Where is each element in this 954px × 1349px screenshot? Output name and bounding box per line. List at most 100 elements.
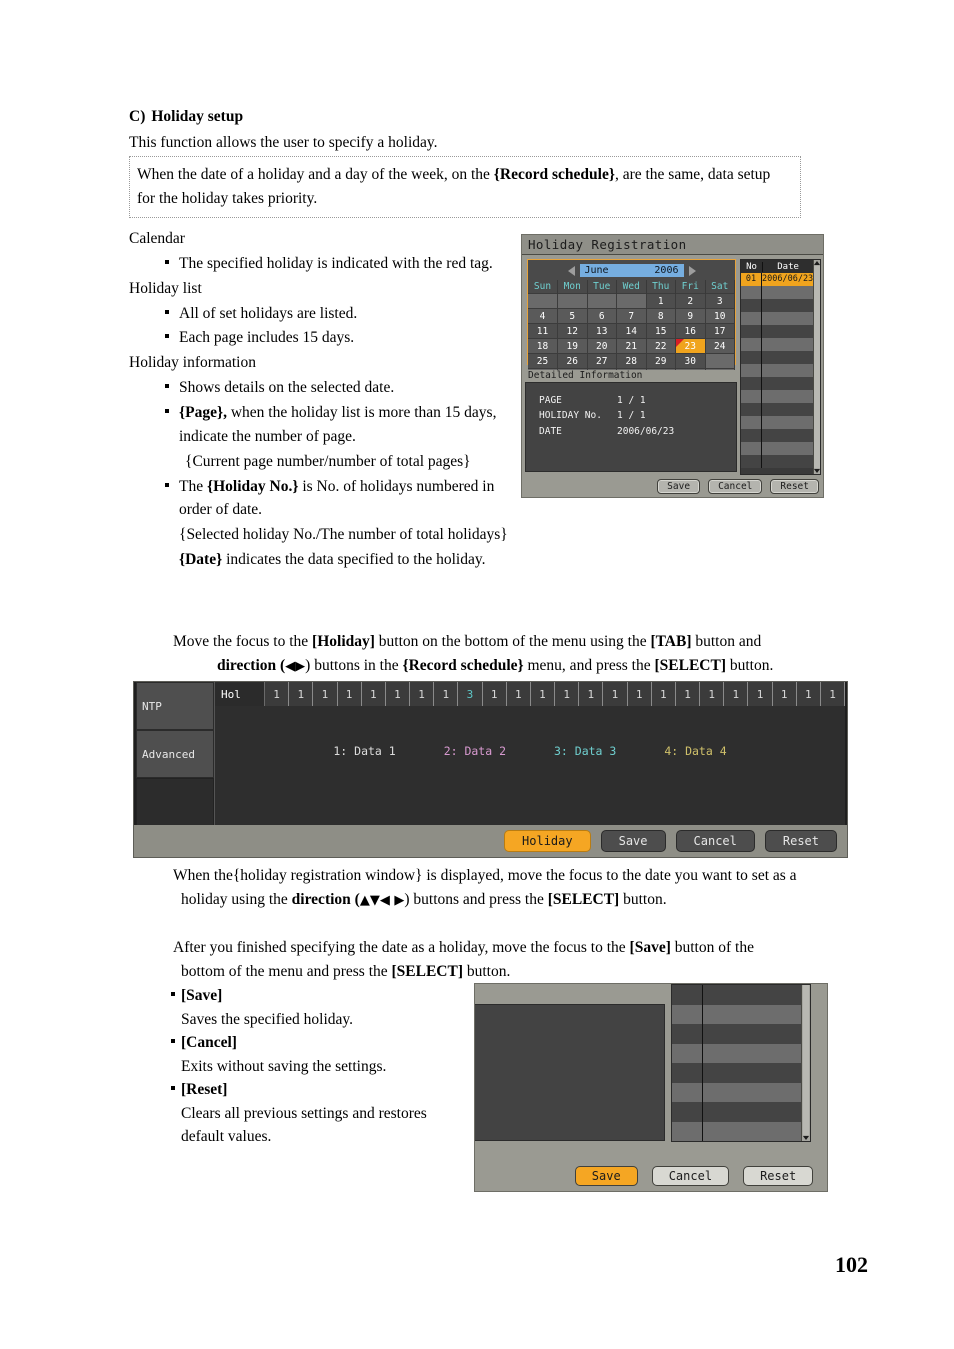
hol-cell[interactable]: 1: [724, 682, 749, 706]
calendar-day-cell[interactable]: 19: [557, 338, 588, 354]
calendar-day-cell[interactable]: 6: [587, 308, 617, 324]
hol-cell[interactable]: 1: [361, 682, 386, 706]
holiday-list-row[interactable]: [741, 364, 814, 377]
calendar-day-cell[interactable]: 10: [705, 308, 735, 324]
calendar-day-cell[interactable]: 12: [557, 323, 588, 339]
calendar-day-cell[interactable]: 21: [616, 338, 647, 354]
save-button[interactable]: Save: [600, 830, 666, 852]
calendar-day-cell[interactable]: 24: [705, 338, 735, 354]
holiday-list-row[interactable]: [741, 338, 814, 351]
hol-cell[interactable]: 1: [796, 682, 821, 706]
calendar-day-cell[interactable]: 27: [587, 353, 617, 369]
calendar-day-cell[interactable]: 17: [705, 323, 735, 339]
scrollbar-track[interactable]: [803, 985, 809, 1135]
calendar-day-cell[interactable]: 25: [528, 353, 558, 369]
hol-cell[interactable]: 3: [458, 682, 483, 706]
save-dialog-scrollbar[interactable]: [801, 985, 810, 1141]
save-dialog-list-row[interactable]: [672, 1063, 801, 1083]
holiday-list-row[interactable]: [741, 286, 814, 299]
holiday-list-row[interactable]: [741, 351, 814, 364]
calendar-panel[interactable]: June 2006 Sun Mon Tue Wed Thu Fri Sat 1 …: [527, 259, 736, 383]
calendar-day-cell[interactable]: 13: [587, 323, 617, 339]
calendar-day-cell[interactable]: 23: [675, 338, 706, 354]
calendar-day-cell[interactable]: 22: [646, 338, 676, 354]
scroll-up-arrow-icon[interactable]: [814, 261, 821, 265]
hol-cell[interactable]: 1: [410, 682, 435, 706]
holiday-list-row[interactable]: [741, 299, 814, 312]
hol-cell[interactable]: 1: [627, 682, 652, 706]
calendar-day-cell[interactable]: 9: [675, 308, 706, 324]
holiday-list-row[interactable]: [741, 416, 814, 429]
holiday-list-row[interactable]: [741, 377, 814, 390]
save-button[interactable]: Save: [657, 479, 701, 494]
holiday-list-row[interactable]: [741, 442, 814, 455]
reset-button[interactable]: Reset: [764, 830, 837, 852]
cancel-button[interactable]: Cancel: [708, 479, 763, 494]
holiday-button[interactable]: Holiday: [504, 830, 591, 852]
reset-button[interactable]: Reset: [770, 479, 819, 494]
save-dialog-list-row[interactable]: [672, 1043, 801, 1063]
hol-cell[interactable]: 1: [265, 682, 290, 706]
next-month-icon[interactable]: [688, 265, 696, 276]
calendar-day-cell[interactable]: 26: [557, 353, 588, 369]
scrollbar-track[interactable]: [814, 266, 821, 468]
hol-cell[interactable]: 1: [748, 682, 773, 706]
hol-cell[interactable]: 1: [506, 682, 531, 706]
prev-month-icon[interactable]: [567, 265, 575, 276]
save-dialog-list-row[interactable]: [672, 985, 801, 1005]
hol-cell[interactable]: 1: [385, 682, 411, 706]
save-dialog-list-row[interactable]: [672, 1102, 801, 1122]
calendar-day-cell[interactable]: 15: [646, 323, 676, 339]
hol-cell[interactable]: 1: [651, 682, 676, 706]
calendar-grid[interactable]: Sun Mon Tue Wed Thu Fri Sat 1 2 3 4 5 6 7 8 9 10 1…: [528, 280, 735, 383]
calendar-day-cell[interactable]: 2: [675, 293, 706, 309]
calendar-day-cell[interactable]: 16: [675, 323, 706, 339]
hol-cell[interactable]: 1: [313, 682, 338, 706]
calendar-day-cell[interactable]: 29: [646, 353, 676, 369]
month-year-field[interactable]: June 2006: [579, 264, 684, 277]
hol-cell[interactable]: 1: [820, 682, 846, 706]
calendar-day-cell[interactable]: 18: [528, 338, 558, 354]
reset-button[interactable]: Reset: [743, 1166, 814, 1186]
save-dialog-list-row[interactable]: [672, 1004, 801, 1024]
cancel-button[interactable]: Cancel: [651, 1166, 730, 1186]
calendar-day-cell[interactable]: 7: [616, 308, 647, 324]
record-schedule-panel[interactable]: NTP Advanced Hol 11111111311111111111111…: [133, 681, 848, 858]
calendar-day-cell[interactable]: 20: [587, 338, 617, 354]
hol-cell[interactable]: 1: [700, 682, 725, 706]
sidebar-item-ntp[interactable]: NTP: [136, 682, 214, 730]
holiday-list-row[interactable]: [741, 390, 814, 403]
holiday-list-row[interactable]: [741, 429, 814, 442]
calendar-day-cell[interactable]: 14: [616, 323, 647, 339]
hol-cell[interactable]: 1: [603, 682, 628, 706]
calendar-day-cell[interactable]: 1: [646, 293, 676, 309]
calendar-day-cell[interactable]: 28: [616, 353, 647, 369]
save-dialog-list-row[interactable]: [672, 1024, 801, 1044]
holiday-registration-dialog[interactable]: Holiday Registration June 2006 Sun Mon T…: [521, 234, 824, 498]
hol-cell[interactable]: 1: [482, 682, 507, 706]
hol-cell[interactable]: 1: [675, 682, 701, 706]
cancel-button[interactable]: Cancel: [675, 830, 755, 852]
sidebar-item-advanced[interactable]: Advanced: [136, 730, 214, 778]
hol-cell[interactable]: 1: [337, 682, 362, 706]
holiday-list-row[interactable]: [741, 312, 814, 325]
calendar-day-cell[interactable]: 3: [705, 293, 735, 309]
hol-cell[interactable]: 1: [579, 682, 604, 706]
calendar-day-cell[interactable]: 4: [528, 308, 558, 324]
save-button[interactable]: Save: [574, 1166, 638, 1186]
calendar-day-cell[interactable]: 8: [646, 308, 676, 324]
hol-cell[interactable]: 1: [555, 682, 580, 706]
holiday-list-scrollbar[interactable]: [813, 260, 821, 474]
scroll-down-arrow-icon[interactable]: [803, 1136, 809, 1140]
hol-cell[interactable]: 1: [434, 682, 459, 706]
hol-cell[interactable]: 1: [289, 682, 314, 706]
holiday-list-row[interactable]: [741, 403, 814, 416]
holiday-list-row[interactable]: [741, 325, 814, 338]
holiday-save-dialog[interactable]: 1 Save Cancel Reset: [474, 983, 828, 1192]
calendar-day-cell[interactable]: 30: [675, 353, 706, 369]
calendar-day-cell[interactable]: 11: [528, 323, 558, 339]
hol-cell[interactable]: 1: [772, 682, 797, 706]
holiday-list-row[interactable]: 01 2006/06/23: [741, 273, 814, 286]
calendar-day-cell[interactable]: 5: [557, 308, 588, 324]
holiday-list-row[interactable]: [741, 455, 814, 468]
